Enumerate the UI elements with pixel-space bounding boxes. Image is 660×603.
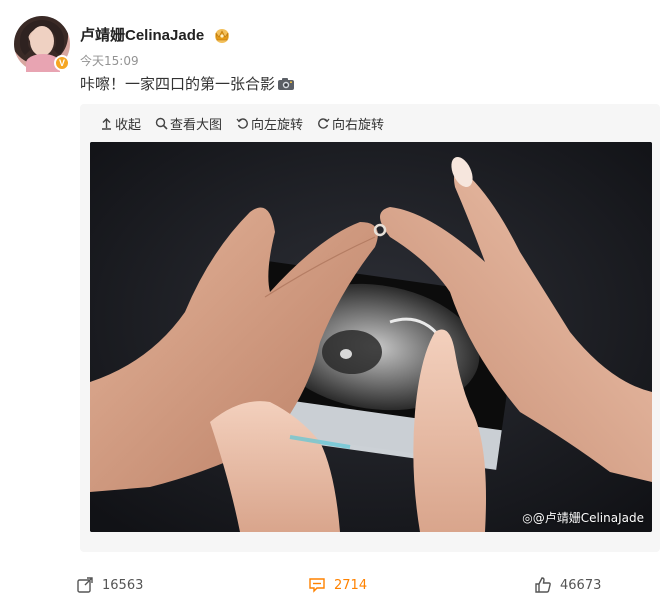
watermark-text: @卢靖姗CelinaJade	[532, 511, 644, 525]
image-toolbar: 收起 查看大图 向左旋转 向右旋转	[100, 114, 384, 133]
rotate-left-icon	[236, 118, 248, 129]
repost-icon	[77, 577, 93, 593]
ultrasound-photo-illustration	[90, 142, 652, 532]
post-photo[interactable]: ◎@卢靖姗CelinaJade	[90, 142, 652, 532]
image-watermark: ◎@卢靖姗CelinaJade	[522, 509, 644, 526]
rotate-left-label: 向左旋转	[251, 118, 304, 133]
rotate-right-icon	[318, 118, 330, 129]
like-button[interactable]: 46673	[534, 576, 601, 594]
comment-button[interactable]: 2714	[308, 576, 367, 594]
post-timestamp[interactable]: 今天15:09	[80, 52, 139, 69]
thumb-up-icon	[535, 577, 551, 593]
crown-badge-icon	[215, 29, 229, 43]
media-card: 收起 查看大图 向左旋转 向右旋转 ◎@卢靖姗CelinaJade	[80, 104, 660, 552]
post-text-content: 咔嚓！一家四口的第一张合影	[80, 75, 276, 93]
avatar-face	[30, 26, 54, 56]
rotate-left-button[interactable]: 向左旋转	[236, 114, 303, 133]
comment-count: 2714	[334, 577, 368, 593]
repost-count: 16563	[102, 577, 144, 593]
verified-badge: V	[54, 55, 70, 71]
view-large-label: 查看大图	[170, 118, 223, 133]
username[interactable]: 卢靖姗CelinaJade	[80, 24, 204, 45]
rotate-right-label: 向右旋转	[332, 118, 385, 133]
weibo-logo-icon: ◎	[522, 511, 533, 525]
comment-icon	[309, 578, 325, 593]
action-bar: 16563 2714 46673	[0, 568, 660, 603]
magnifier-icon	[155, 117, 168, 130]
collapse-label: 收起	[115, 118, 142, 133]
post-text: 咔嚓！一家四口的第一张合影	[80, 73, 295, 94]
arrow-up-icon	[102, 118, 111, 130]
repost-button[interactable]: 16563	[76, 576, 143, 594]
camera-icon	[278, 78, 295, 90]
collapse-button[interactable]: 收起	[100, 114, 141, 133]
view-large-button[interactable]: 查看大图	[155, 114, 222, 133]
like-count: 46673	[560, 577, 602, 593]
rotate-right-button[interactable]: 向右旋转	[317, 114, 384, 133]
